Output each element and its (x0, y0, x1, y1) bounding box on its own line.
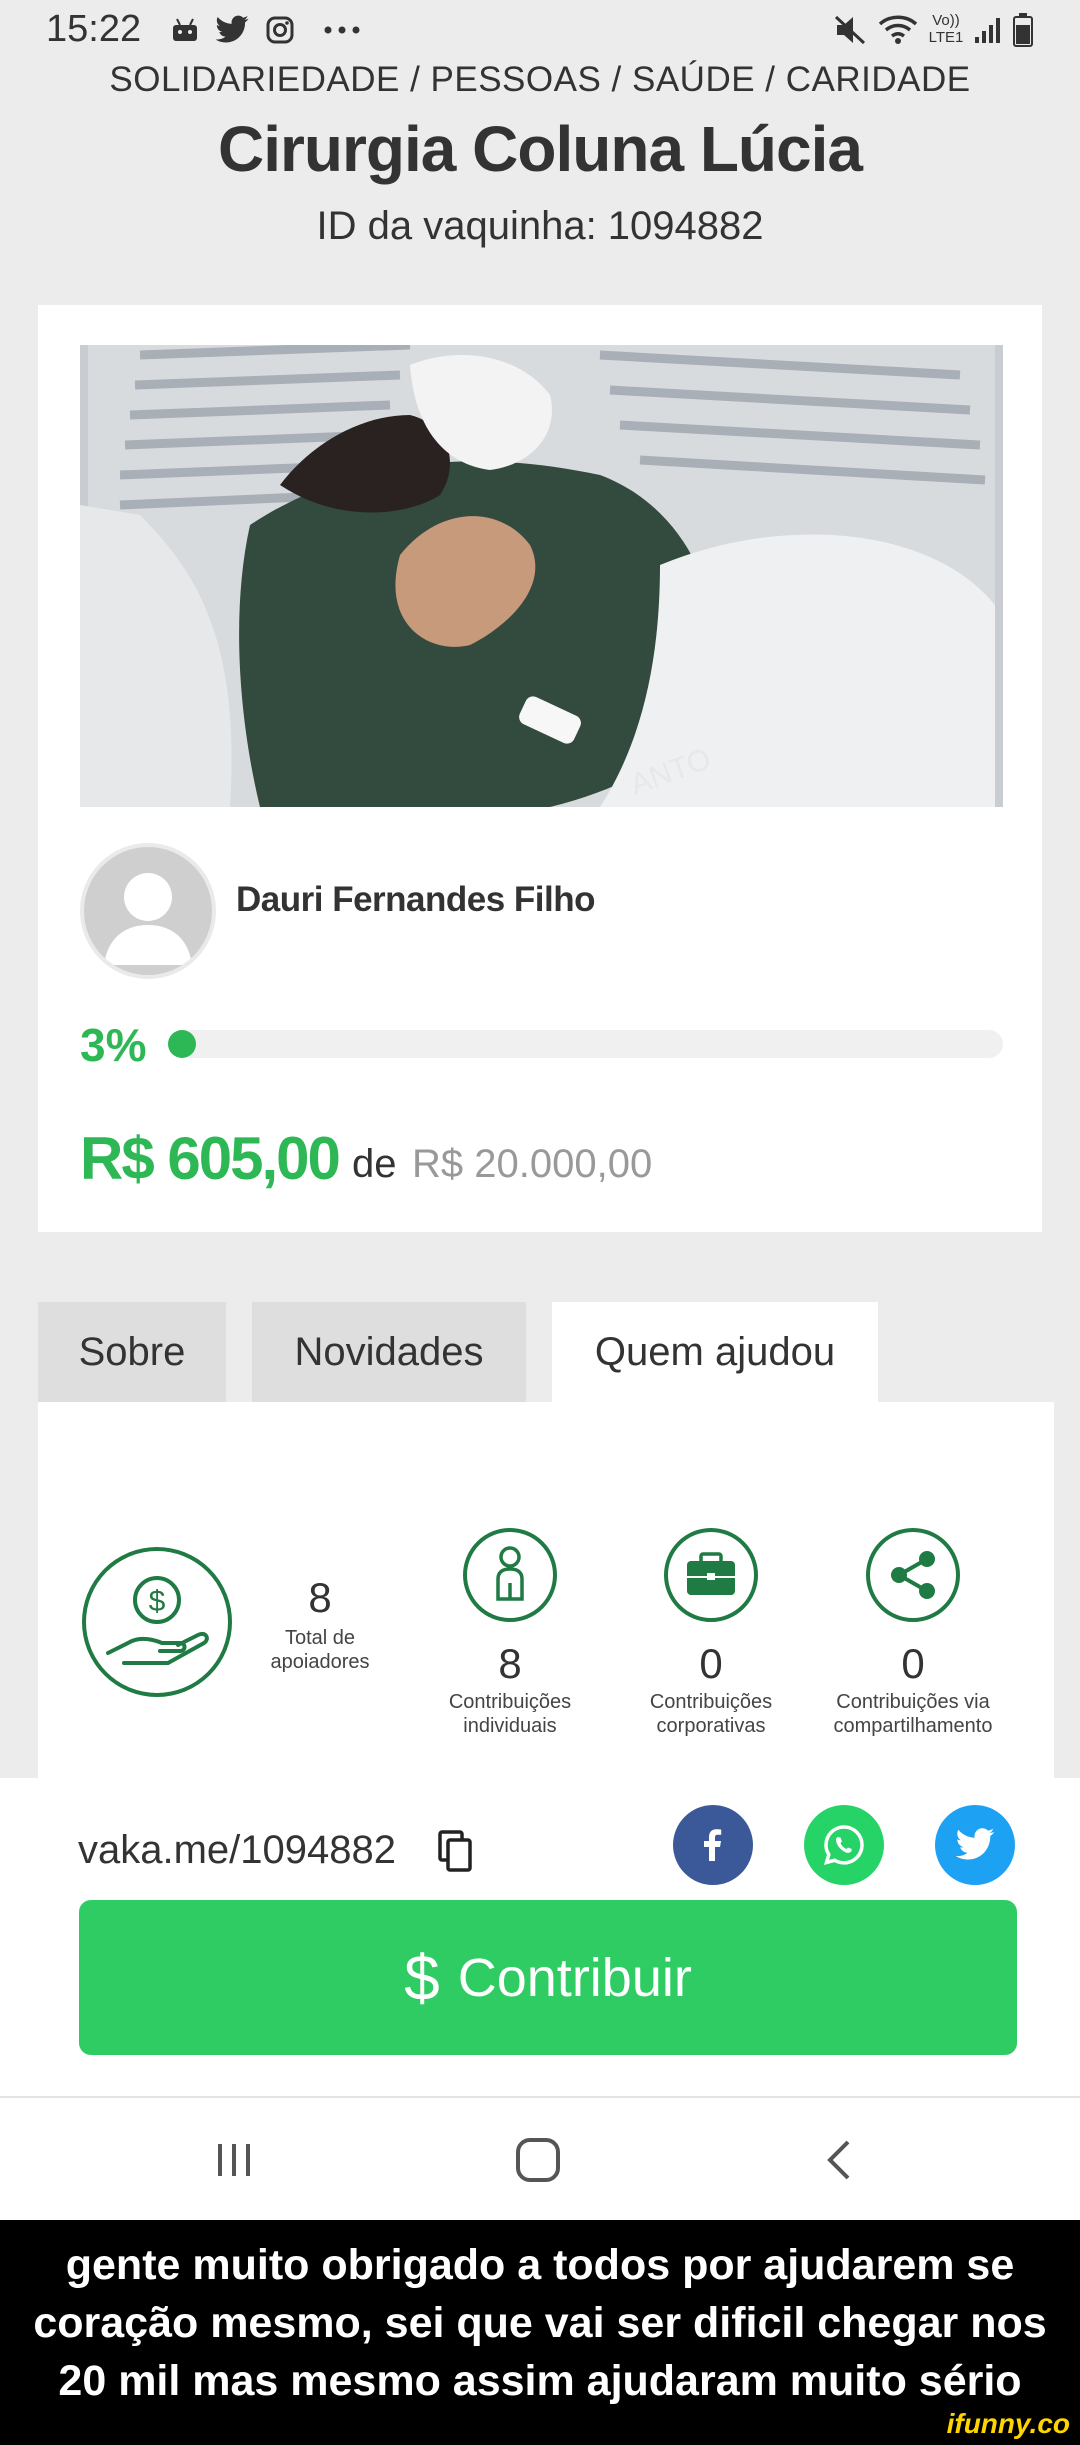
contribute-label: Contribuir (457, 1947, 692, 2008)
volte-icon: Vo)) LTE1 (924, 12, 968, 46)
individual-contributions-value: 8 (498, 1640, 522, 1687)
individual-contributions-label-line1: Contribuições (448, 1691, 572, 1713)
watermark: ifunny.co (946, 2408, 1070, 2439)
contribute-button[interactable]: $ Contribuir (79, 1900, 1017, 2055)
progress-percent: 3% (80, 1019, 147, 1071)
wifi-icon (876, 12, 920, 48)
page-title: Cirurgia Coluna Lúcia (218, 113, 863, 185)
battery-icon (1008, 12, 1038, 48)
whatsapp-share-button[interactable] (804, 1805, 884, 1885)
total-supporters-label-line1: Total de (284, 1627, 356, 1649)
twitter-share-icon (955, 1828, 995, 1860)
tab-sobre[interactable]: Sobre (38, 1302, 226, 1402)
briefcase-icon (663, 1527, 759, 1623)
volte-top-label: Vo)) (932, 12, 960, 29)
campaign-photo[interactable]: ANTO (80, 345, 1003, 807)
progress-fill (168, 1030, 196, 1058)
author-name[interactable]: Dauri Fernandes Filho (236, 880, 596, 920)
share-contributions-label-line1: Contribuições via (836, 1691, 990, 1713)
copy-icon[interactable] (436, 1830, 476, 1874)
short-url[interactable]: vaka.me/1094882 (78, 1828, 396, 1873)
share-contributions-label-line2: compartilhamento (833, 1715, 993, 1737)
campaign-id: ID da vaquinha: 1094882 (316, 204, 764, 248)
caption-text: gente muito obrigado a todos por ajudare… (33, 2241, 1047, 2405)
status-time: 15:22 (46, 8, 142, 50)
volte-bottom-label: LTE1 (928, 29, 964, 46)
instagram-icon (262, 12, 298, 48)
more-dots-icon (320, 12, 364, 48)
breadcrumb-categories[interactable]: SOLIDARIEDADE / PESSOAS / SAÚDE / CARIDA… (0, 60, 1080, 100)
amount-raised: R$ 605,00 (80, 1125, 341, 1192)
twitter-share-button[interactable] (935, 1805, 1015, 1885)
share-contributions-label: Contribuições via compartilhamento (803, 1690, 1023, 1738)
recent-apps-icon[interactable] (210, 2136, 258, 2184)
goal-amount: R$ 20.000,00 (412, 1142, 653, 1186)
whatsapp-icon (823, 1825, 864, 1866)
back-icon[interactable] (816, 2136, 864, 2184)
progress-track (168, 1030, 1003, 1058)
corporate-contributions-value: 0 (699, 1640, 723, 1687)
total-supporters-label: Total de apoiadores (260, 1626, 380, 1674)
dollar-icon: $ (404, 1941, 440, 2014)
of-label: de (352, 1142, 397, 1186)
corporate-contributions-label-line1: Contribuições (649, 1691, 773, 1713)
facebook-share-button[interactable] (673, 1805, 753, 1885)
tab-quem-ajudou[interactable]: Quem ajudou (552, 1302, 878, 1402)
android-robot-icon (168, 12, 202, 48)
share-contributions-value: 0 (901, 1640, 925, 1687)
total-supporters-value: 8 (308, 1574, 332, 1621)
facebook-icon (704, 1829, 722, 1861)
total-supporters-label-line2: apoiadores (270, 1651, 370, 1673)
mute-icon (830, 12, 870, 48)
individual-contributions-label-line2: individuais (463, 1715, 557, 1737)
share-icon (865, 1527, 961, 1623)
avatar[interactable] (80, 843, 216, 979)
home-icon[interactable] (512, 2134, 564, 2186)
corporate-contributions-label-line2: corporativas (656, 1715, 766, 1737)
tab-novidades[interactable]: Novidades (252, 1302, 526, 1402)
signal-icon (970, 12, 1006, 48)
individual-contributions-label: Contribuições individuais (410, 1690, 610, 1738)
corporate-contributions-label: Contribuições corporativas (611, 1690, 811, 1738)
svg-text:$: $ (149, 1585, 166, 1618)
twitter-icon (212, 12, 252, 48)
donation-hand-icon: $ (80, 1545, 234, 1699)
person-icon (462, 1527, 558, 1623)
